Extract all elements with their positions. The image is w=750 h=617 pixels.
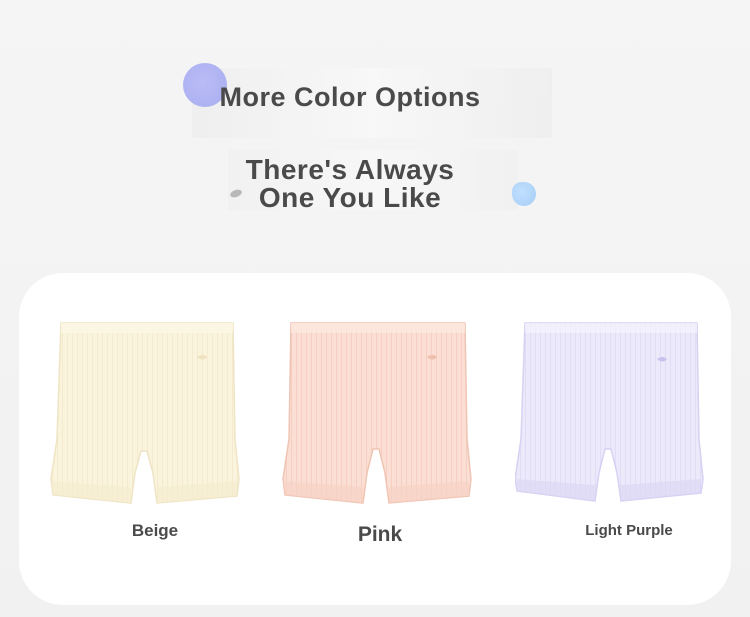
product-beige[interactable]: [47, 321, 243, 506]
product-label-beige: Beige: [131, 521, 179, 540]
light-purple-shorts-image: [515, 322, 704, 502]
color-options-card: Beige Pink Light Purple: [19, 273, 731, 605]
page: More Color Options There's Always One Yo…: [0, 0, 750, 617]
beige-shorts-image: [50, 322, 240, 504]
page-subtitle: There's Always One You Like: [0, 156, 700, 212]
product-label-light-purple: Light Purple: [585, 522, 673, 539]
subtitle-line-1: There's Always: [245, 154, 455, 185]
product-light-purple[interactable]: [515, 321, 711, 506]
pink-shorts-image: [282, 322, 472, 504]
page-title: More Color Options: [219, 82, 481, 112]
product-pink[interactable]: [281, 321, 477, 506]
product-label-pink: Pink: [357, 523, 403, 546]
subtitle-line-2: One You Like: [258, 182, 442, 213]
